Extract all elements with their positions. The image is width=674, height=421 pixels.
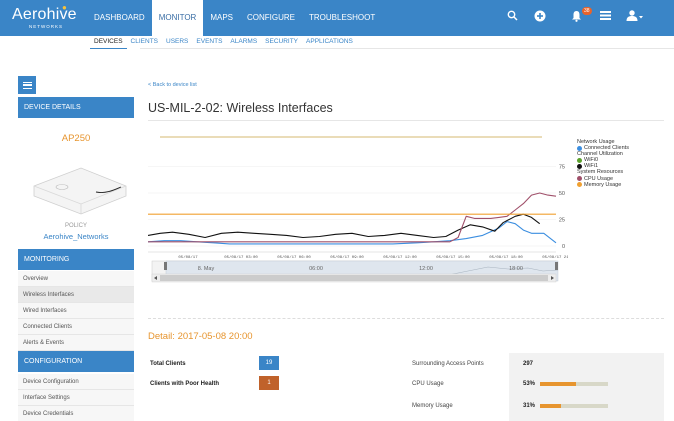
configuration-header: CONFIGURATION — [18, 351, 134, 372]
search-icon[interactable] — [507, 10, 518, 25]
total-clients-badge[interactable]: 19 — [259, 356, 279, 370]
list-icon[interactable] — [600, 10, 611, 25]
x-tick-label: 05/08/17 03:00 — [224, 255, 258, 260]
sidebar-item-alerts-events[interactable]: Alerts & Events — [18, 335, 134, 351]
x-tick-label: 05/08/17 21:00 — [542, 255, 568, 260]
nav-troubleshoot[interactable]: TROUBLESHOOT — [302, 0, 382, 36]
cpu-usage-bar-fill — [540, 382, 577, 386]
x-tick-label: 05/08/17 09:00 — [330, 255, 364, 260]
page-title: US-MIL-2-02: Wireless Interfaces — [148, 101, 333, 115]
memory-usage-value: 31% — [523, 403, 536, 409]
navigator-handle-right — [555, 262, 558, 270]
y-tick-label: 25 — [559, 218, 565, 224]
cpu-usage-label: CPU Usage — [412, 381, 444, 387]
bell-icon[interactable] — [571, 10, 582, 26]
memory-usage-bar-fill — [540, 404, 562, 408]
y-tick-label: 75 — [559, 165, 565, 171]
subnav-divider — [140, 48, 674, 49]
device-model: AP250 — [61, 133, 91, 144]
navigator-tick-label: 18:00 — [509, 266, 523, 272]
sidebar-item-device-credentials[interactable]: Device Credentials — [18, 406, 134, 421]
title-divider — [148, 120, 664, 121]
menu-toggle-button[interactable] — [18, 76, 36, 94]
user-icon[interactable] — [626, 10, 644, 25]
hamburger-icon — [22, 81, 32, 89]
top-nav: DASHBOARD MONITOR MAPS CONFIGURE TROUBLE… — [87, 0, 382, 36]
add-circle-icon[interactable] — [534, 10, 546, 26]
logo-subtext: NETWORKS — [29, 24, 64, 29]
y-tick-label: 0 — [562, 244, 565, 250]
sidebar-item-connected-clients[interactable]: Connected Clients — [18, 319, 134, 335]
legend-marker — [577, 157, 582, 163]
logo-dots-icon: ● — [62, 3, 67, 12]
subnav-devices[interactable]: DEVICES — [90, 36, 127, 49]
cpu-usage-bar — [540, 382, 608, 386]
sidebar-item-interface-settings[interactable]: Interface Settings — [18, 390, 134, 406]
poor-health-badge[interactable]: 1 — [259, 376, 279, 390]
legend-label: Memory Usage — [584, 181, 622, 188]
x-tick-label: 05/08/17 18:00 — [489, 255, 523, 260]
nav-maps[interactable]: MAPS — [203, 0, 240, 36]
memory-usage-label: Memory Usage — [412, 403, 453, 409]
poor-health-label: Clients with Poor Health — [150, 381, 220, 387]
legend-marker — [577, 145, 582, 151]
navigator-tick-label: 12:00 — [419, 266, 433, 272]
series-line-connected-clients — [148, 221, 557, 245]
legend-marker — [577, 163, 582, 169]
top-bar: ● Aerohive NETWORKS DASHBOARD MONITOR MA… — [0, 0, 674, 36]
policy-label: POLICY — [64, 223, 87, 229]
monitoring-header: MONITORING — [18, 249, 134, 270]
cpu-usage-value: 53% — [523, 381, 536, 387]
legend-marker — [577, 176, 582, 182]
x-tick-label: 05/08/17 06:00 — [277, 255, 311, 260]
chart-legend: Network Usage Connected Clients Channel Ut… — [577, 139, 629, 188]
x-tick-label: 05/08/17 12:00 — [383, 255, 417, 260]
notification-count-badge: 38 — [582, 7, 592, 15]
series-line-wifi1 — [148, 213, 541, 239]
sidebar-item-wireless-interfaces[interactable]: Wireless Interfaces — [18, 287, 134, 303]
nav-dashboard[interactable]: DASHBOARD — [87, 0, 152, 36]
series-line-cpu-usage — [148, 192, 557, 243]
detail-divider — [148, 318, 664, 319]
wireless-interfaces-chart[interactable]: 75 50 25 0 05/08/17 05/08/17 03:00 05/08/17 06… — [148, 128, 568, 288]
navigator-tick-label: 8. May — [198, 266, 215, 272]
y-tick-label: 50 — [559, 191, 565, 197]
back-to-device-list-link[interactable]: < Back to device list — [148, 82, 197, 88]
nav-monitor[interactable]: MONITOR — [151, 0, 204, 36]
device-details-header: DEVICE DETAILS — [18, 97, 134, 118]
surrounding-ap-value: 297 — [523, 361, 534, 367]
aerohive-logo[interactable]: ● Aerohive NETWORKS — [12, 3, 77, 30]
logo-text: Aerohive — [12, 6, 77, 23]
navigator-handle-left — [164, 262, 167, 270]
legend-item[interactable]: Memory Usage — [577, 182, 629, 188]
scrollbar-thumb — [160, 275, 548, 281]
access-point-image — [33, 167, 127, 215]
surrounding-ap-label: Surrounding Access Points — [412, 361, 484, 367]
sidebar-item-overview[interactable]: Overview — [18, 271, 134, 287]
navigator-tick-label: 06:00 — [309, 266, 323, 272]
total-clients-label: Total Clients — [150, 361, 186, 367]
sidebar-item-wired-interfaces[interactable]: Wired Interfaces — [18, 303, 134, 319]
legend-marker — [577, 182, 582, 188]
nav-configure[interactable]: CONFIGURE — [240, 0, 302, 36]
policy-link[interactable]: Aerohive_Networks — [18, 232, 134, 241]
detail-title: Detail: 2017-05-08 20:00 — [148, 331, 253, 342]
x-tick-label: 05/08/17 — [178, 255, 198, 260]
memory-usage-bar — [540, 404, 608, 408]
sidebar: DEVICE DETAILS AP250 POLICY Aerohive_Net… — [18, 76, 134, 421]
x-tick-label: 05/08/17 15:00 — [436, 255, 470, 260]
sidebar-item-device-configuration[interactable]: Device Configuration — [18, 374, 134, 390]
